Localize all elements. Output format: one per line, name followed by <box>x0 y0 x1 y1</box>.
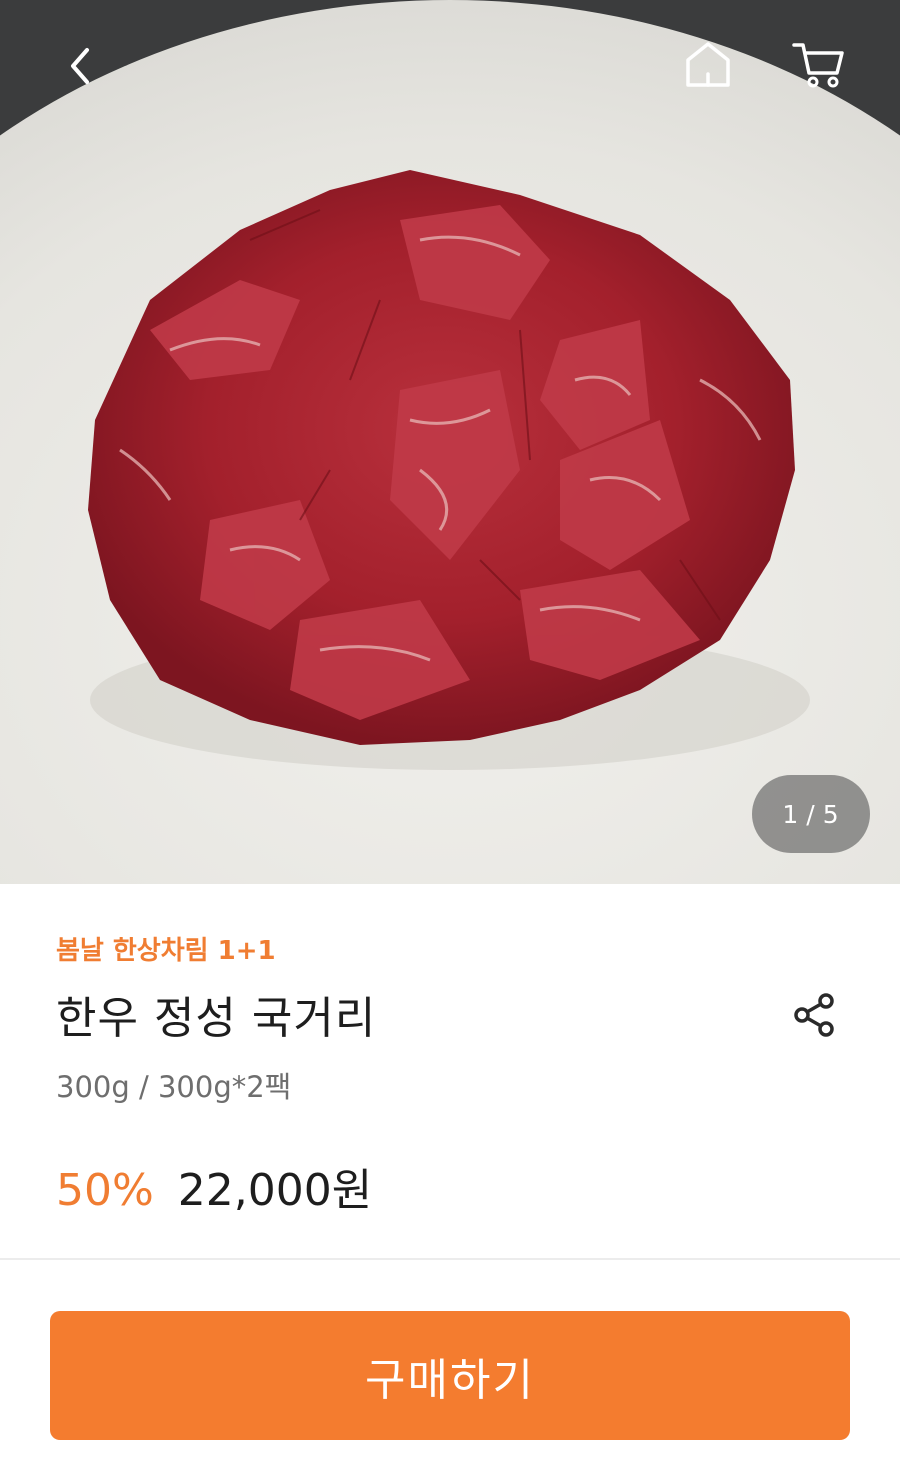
pager-total: 5 <box>822 799 840 829</box>
share-button[interactable] <box>784 984 846 1046</box>
home-icon <box>686 42 730 87</box>
image-pager-indicator: 1 / 5 <box>752 775 870 853</box>
product-options: 300g / 300g*2팩 <box>56 1070 292 1104</box>
top-navigation-bar <box>0 0 900 130</box>
product-info-section: 봄날 한상차림 1+1 한우 정성 국거리 300g / 300g*2팩 50%… <box>0 884 900 1260</box>
buy-button[interactable]: 구매하기 <box>50 1311 850 1440</box>
chevron-left-icon <box>71 48 89 84</box>
bottom-action-bar: 구매하기 <box>0 1260 900 1465</box>
pager-current: 1 <box>782 799 800 829</box>
cart-icon <box>792 43 844 88</box>
product-image-gallery[interactable]: 1 / 5 <box>0 0 900 884</box>
back-button[interactable] <box>52 38 108 94</box>
price-row: 50% 22,000원 <box>56 1154 372 1218</box>
product-photo <box>0 0 900 884</box>
sale-price: 22,000원 <box>177 1165 373 1216</box>
share-icon <box>794 993 834 1037</box>
promo-label: 봄날 한상차림 1+1 <box>56 936 276 966</box>
discount-rate: 50% <box>56 1165 154 1216</box>
home-button[interactable] <box>676 34 740 94</box>
product-title: 한우 정성 국거리 <box>56 993 377 1044</box>
pager-separator: / <box>806 799 816 829</box>
cart-button[interactable] <box>786 34 852 94</box>
